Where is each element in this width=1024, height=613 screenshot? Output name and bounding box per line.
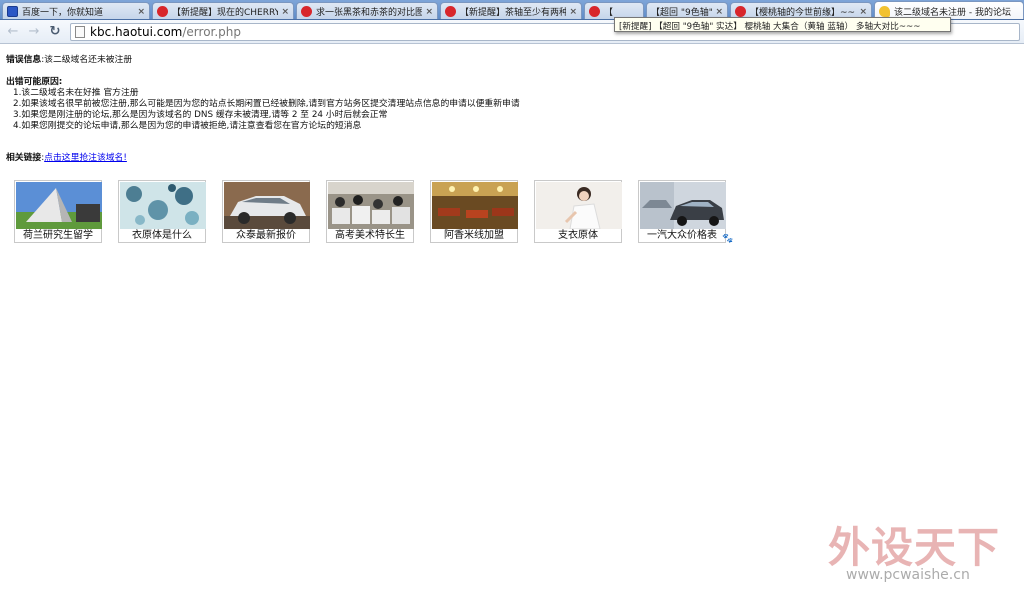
tab-title: 该二级域名未注册 - 我的论坛 — [894, 7, 1011, 18]
page-icon — [75, 26, 85, 38]
reasons-title: 出错可能原因: — [6, 77, 63, 87]
close-icon[interactable]: × — [425, 7, 433, 17]
card-label: 支衣原体 — [558, 230, 598, 241]
url-path: /error.php — [182, 25, 242, 39]
classroom-photo — [328, 182, 414, 229]
ad-card[interactable]: 支衣原体 — [534, 180, 622, 243]
reason-item: 3.如果您是刚注册的论坛,那么是因为该域名的 DNS 缓存未被清理,请等 2 至… — [13, 110, 388, 120]
woman-photo — [536, 182, 622, 229]
forward-button[interactable]: → — [26, 24, 42, 40]
tab-tea-switch[interactable]: 【新提醒】茶轴至少有两种 × — [440, 2, 582, 19]
close-icon[interactable]: × — [281, 7, 289, 17]
card-label: 众泰最新报价 — [236, 230, 296, 241]
forum-icon — [735, 6, 746, 17]
ad-card[interactable]: 衣原体是什么 — [118, 180, 206, 243]
ad-card[interactable]: 高考美术特长生 — [326, 180, 414, 243]
reload-button[interactable]: ↻ — [47, 24, 63, 40]
card-label: 一汽大众价格表 — [647, 230, 717, 241]
white-car-photo — [224, 182, 310, 229]
url-text[interactable]: kbc.haotui.com/error.php — [90, 25, 241, 39]
back-button[interactable]: ← — [5, 24, 21, 40]
close-icon[interactable]: × — [859, 7, 867, 17]
related-links: 相关链接:点击这里抢注该域名! — [6, 153, 1018, 164]
card-label: 荷兰研究生留学 — [23, 230, 93, 241]
watermark-logo: 外设天下 — [828, 523, 1001, 572]
reason-item: 2.如果该域名很早前被您注册,那么可能是因为您的站点长期闲置已经被删除,请到官方… — [13, 99, 520, 109]
reason-item: 4.如果您刚提交的论坛申请,那么是因为您的申请被拒绝,请注意查看您在官方论坛的短… — [13, 121, 362, 131]
error-page: 错误信息:该二级域名还未被注册 出错可能原因: 1.该二级域名未在好推 官方注册… — [6, 55, 1018, 164]
tab-tooltip: [新提醒] 【超回 "9色轴" 实达】 樱桃轴 大集合（黄轴 蓝轴） 多轴大对比… — [614, 17, 951, 32]
ad-card[interactable]: 众泰最新报价 — [222, 180, 310, 243]
error-line: 错误信息:该二级域名还未被注册 — [6, 55, 1018, 66]
baidu-icon — [7, 6, 18, 17]
error-label: 错误信息 — [6, 55, 42, 65]
tab-title: 百度一下，你就知道 — [22, 8, 104, 18]
paw-icon[interactable]: 🐾 — [722, 234, 733, 244]
card-label: 高考美术特长生 — [335, 230, 405, 241]
forum-icon — [445, 6, 456, 17]
reason-item: 1.该二级域名未在好推 官方注册 — [13, 88, 139, 98]
tab-title: 求一张黑茶和赤茶的对比图 — [316, 8, 423, 18]
tab-compare[interactable]: 求一张黑茶和赤茶的对比图 × — [296, 2, 438, 19]
url-host: kbc.haotui.com — [90, 25, 183, 39]
error-message: :该二级域名还未被注册 — [41, 55, 133, 65]
tab-baidu[interactable]: 百度一下，你就知道 × — [2, 2, 150, 19]
forum-icon — [157, 6, 168, 17]
close-icon[interactable]: × — [137, 7, 145, 17]
reasons-list: 1.该二级域名未在好推 官方注册 2.如果该域名很早前被您注册,那么可能是因为您… — [13, 88, 1018, 132]
building-photo — [16, 182, 102, 229]
restaurant-photo — [432, 182, 518, 229]
warning-icon — [879, 5, 890, 17]
tab-title: 【新提醒】茶轴至少有两种 — [460, 8, 567, 18]
close-icon[interactable]: × — [715, 7, 723, 17]
tab-title: 【新提醒】现在的CHERRY — [172, 8, 279, 18]
ad-card[interactable]: 阿香米线加盟 — [430, 180, 518, 243]
microscope-photo — [120, 182, 206, 229]
dark-car-photo — [640, 182, 726, 229]
close-icon[interactable]: × — [569, 7, 577, 17]
ad-card[interactable]: 荷兰研究生留学 — [14, 180, 102, 243]
register-domain-link[interactable]: 点击这里抢注该域名! — [44, 153, 127, 163]
forum-icon — [589, 6, 600, 17]
ad-card[interactable]: 一汽大众价格表 — [638, 180, 726, 243]
card-label: 衣原体是什么 — [132, 230, 192, 241]
related-label: 相关链接 — [6, 153, 42, 163]
watermark-url: www.pcwaishe.cn — [846, 567, 970, 583]
tab-cherry[interactable]: 【新提醒】现在的CHERRY × — [152, 2, 294, 19]
forum-icon — [301, 6, 312, 17]
card-label: 阿香米线加盟 — [444, 230, 504, 241]
